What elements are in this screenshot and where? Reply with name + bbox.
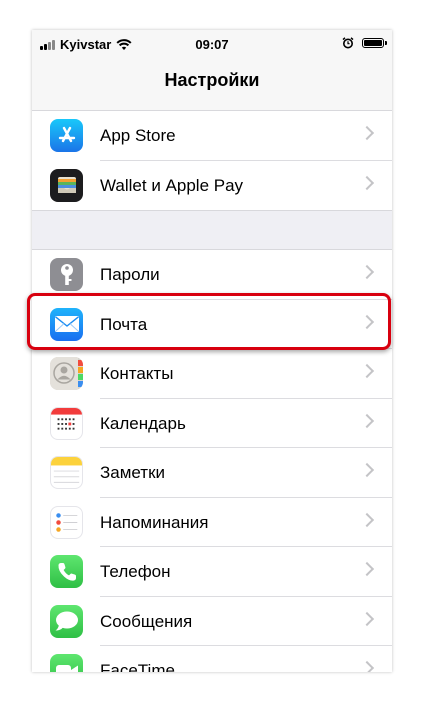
chevron-right-icon bbox=[359, 264, 375, 280]
settings-row-phone[interactable]: Телефон bbox=[32, 547, 392, 597]
contacts-icon bbox=[50, 357, 83, 390]
settings-row-label: Wallet и Apple Pay bbox=[100, 175, 244, 195]
facetime-icon bbox=[50, 654, 83, 672]
notes-icon bbox=[50, 456, 83, 489]
settings-row-notes[interactable]: Заметки bbox=[32, 448, 392, 498]
settings-row-label: Пароли bbox=[100, 265, 160, 284]
key-icon bbox=[50, 258, 83, 291]
chevron-right-icon bbox=[359, 175, 375, 190]
settings-row-label: Напоминания bbox=[100, 512, 209, 532]
chevron-right-icon bbox=[359, 413, 375, 428]
settings-row-label: Заметки bbox=[100, 463, 166, 482]
chevron-right-icon bbox=[359, 611, 375, 626]
settings-row-label: Телефон bbox=[100, 562, 171, 581]
settings-row-label: Сообщения bbox=[100, 611, 193, 631]
chevron-right-icon bbox=[359, 512, 375, 527]
battery-icon bbox=[362, 38, 387, 48]
settings-row-passwords[interactable]: Пароли bbox=[32, 250, 392, 300]
status-time: 09:07 bbox=[195, 37, 229, 52]
settings-group-store: App Store Wallet и Apple Pay bbox=[32, 110, 392, 211]
phone-icon bbox=[50, 555, 83, 588]
settings-row-calendar[interactable]: Календарь bbox=[32, 399, 392, 448]
mail-icon bbox=[50, 307, 83, 341]
settings-row-label: Почта bbox=[100, 314, 148, 334]
calendar-icon bbox=[50, 406, 83, 440]
chevron-right-icon bbox=[359, 363, 375, 379]
settings-row-label: Календарь bbox=[100, 413, 186, 433]
wallet-icon bbox=[50, 168, 83, 202]
settings-row-label: App Store bbox=[100, 126, 176, 145]
chevron-right-icon bbox=[359, 660, 375, 672]
app-store-icon bbox=[50, 119, 83, 152]
chevron-right-icon bbox=[359, 314, 375, 329]
settings-row-facetime[interactable]: FaceTime bbox=[32, 646, 392, 672]
chevron-right-icon bbox=[359, 462, 375, 478]
page-title: Настройки bbox=[32, 58, 392, 111]
phone-screen: Kyivstar 09:07 Настройки App Store Walle… bbox=[32, 30, 392, 672]
settings-group-apps: Пароли Почта Контакты Календарь Заметки … bbox=[32, 249, 392, 672]
chevron-right-icon bbox=[359, 561, 375, 577]
chevron-right-icon bbox=[359, 125, 375, 141]
alarm-clock-icon bbox=[342, 37, 354, 49]
settings-row-wallet[interactable]: Wallet и Apple Pay bbox=[32, 161, 392, 211]
settings-row-app-store[interactable]: App Store bbox=[32, 111, 392, 161]
settings-row-messages[interactable]: Сообщения bbox=[32, 597, 392, 646]
settings-row-reminders[interactable]: Напоминания bbox=[32, 498, 392, 547]
settings-row-label: Контакты bbox=[100, 364, 174, 383]
settings-row-contacts[interactable]: Контакты bbox=[32, 349, 392, 399]
status-bar: Kyivstar 09:07 bbox=[32, 30, 392, 58]
reminders-icon bbox=[50, 505, 83, 539]
settings-row-label: FaceTime bbox=[100, 661, 175, 672]
settings-row-mail[interactable]: Почта bbox=[32, 300, 392, 349]
messages-icon bbox=[50, 604, 83, 638]
